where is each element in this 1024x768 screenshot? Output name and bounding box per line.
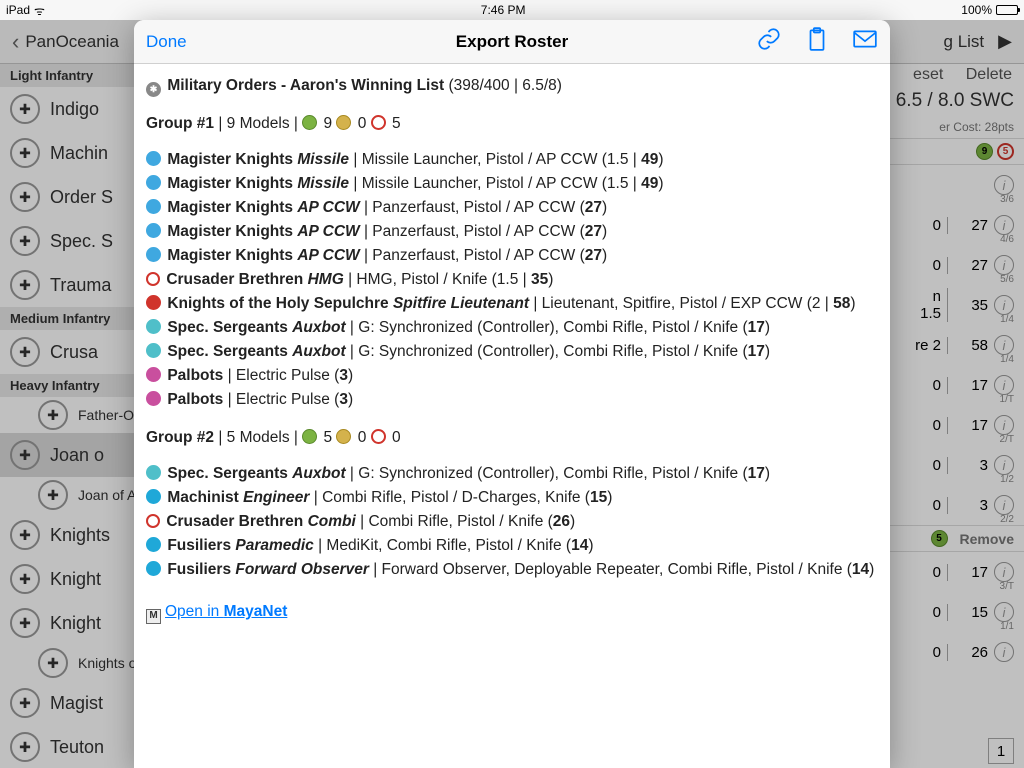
unit-type-icon	[146, 391, 161, 406]
mayanet-icon: M	[146, 609, 161, 624]
roster-entry: Magister Knights AP CCW | Panzerfaust, P…	[146, 244, 878, 268]
roster-entry: Palbots | Electric Pulse (3)	[146, 388, 878, 412]
roster-entry: Magister Knights Missile | Missile Launc…	[146, 172, 878, 196]
roster-entry: Palbots | Electric Pulse (3)	[146, 364, 878, 388]
unit-type-icon	[146, 175, 161, 190]
roster-stats: (398/400 | 6.5/8)	[448, 77, 561, 94]
roster-header: ✱ Military Orders - Aaron's Winning List…	[146, 74, 878, 98]
group-header: Group #2 | 5 Models | 5 0 0	[146, 426, 878, 450]
globe-icon: ✱	[146, 82, 161, 97]
unit-type-icon	[146, 199, 161, 214]
roster-entry: Crusader Brethren Combi | Combi Rifle, P…	[146, 510, 878, 534]
unit-type-icon	[146, 319, 161, 334]
battery-pct: 100%	[961, 3, 992, 17]
roster-entry: Spec. Sergeants Auxbot | G: Synchronized…	[146, 462, 878, 486]
unit-type-icon	[146, 537, 161, 552]
mayanet-link[interactable]: MOpen in MayaNet	[146, 603, 287, 620]
battery-icon	[996, 5, 1018, 15]
wifi-icon: ᯤ	[34, 2, 45, 19]
unit-type-icon	[146, 561, 161, 576]
unit-type-icon	[146, 489, 161, 504]
roster-entry: Spec. Sergeants Auxbot | G: Synchronized…	[146, 316, 878, 340]
unit-type-icon	[146, 247, 161, 262]
roster-entry: Magister Knights AP CCW | Panzerfaust, P…	[146, 220, 878, 244]
clock: 7:46 PM	[481, 3, 526, 17]
unit-type-icon	[146, 151, 161, 166]
unit-type-icon	[146, 465, 161, 480]
mail-icon[interactable]	[852, 26, 878, 57]
unit-type-icon	[146, 343, 161, 358]
unit-type-icon	[146, 514, 160, 528]
roster-entry: Magister Knights Missile | Missile Launc…	[146, 148, 878, 172]
modal-body[interactable]: ✱ Military Orders - Aaron's Winning List…	[134, 64, 890, 768]
group-header: Group #1 | 9 Models | 9 0 5	[146, 112, 878, 136]
link-icon[interactable]	[756, 26, 782, 57]
roster-entry: Spec. Sergeants Auxbot | G: Synchronized…	[146, 340, 878, 364]
clipboard-icon[interactable]	[804, 26, 830, 57]
roster-entry: Machinist Engineer | Combi Rifle, Pistol…	[146, 486, 878, 510]
roster-entry: Fusiliers Forward Observer | Forward Obs…	[146, 558, 878, 582]
status-bar: iPad ᯤ 7:46 PM 100%	[0, 0, 1024, 20]
device-label: iPad	[6, 3, 30, 17]
modal-navbar: Done Export Roster	[134, 20, 890, 64]
roster-entry: Crusader Brethren HMG | HMG, Pistol / Kn…	[146, 268, 878, 292]
roster-entry: Fusiliers Paramedic | MediKit, Combi Rif…	[146, 534, 878, 558]
roster-title: Military Orders - Aaron's Winning List	[167, 77, 444, 94]
export-modal: Done Export Roster ✱ Military Orders - A…	[134, 20, 890, 768]
roster-entry: Magister Knights AP CCW | Panzerfaust, P…	[146, 196, 878, 220]
unit-type-icon	[146, 272, 160, 286]
done-button[interactable]: Done	[146, 32, 187, 52]
unit-type-icon	[146, 223, 161, 238]
unit-type-icon	[146, 367, 161, 382]
roster-entry: Knights of the Holy Sepulchre Spitfire L…	[146, 292, 878, 316]
unit-type-icon	[146, 295, 161, 310]
